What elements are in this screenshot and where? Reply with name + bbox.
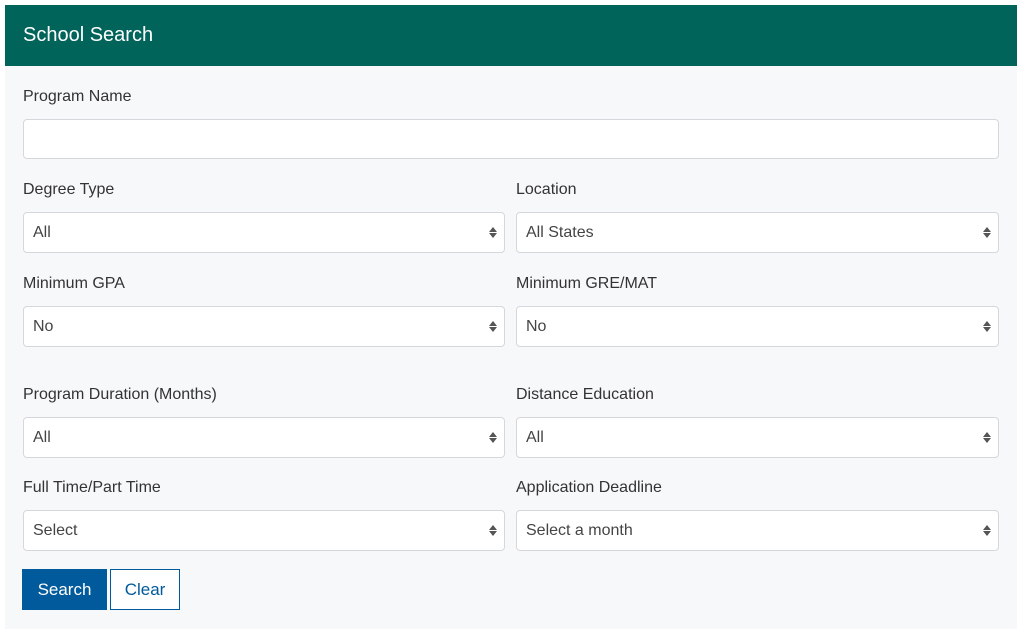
degree-type-value: All	[33, 223, 51, 241]
up-down-arrows-icon	[488, 525, 498, 536]
degree-type-label: Degree Type	[23, 181, 115, 198]
location-select[interactable]: All States	[516, 212, 999, 253]
distance-education-value: All	[526, 428, 544, 446]
full-part-time-select[interactable]: Select	[23, 510, 505, 551]
minimum-gre-mat-value: No	[526, 317, 547, 335]
up-down-arrows-icon	[488, 321, 498, 332]
panel-header: School Search	[5, 5, 1017, 66]
minimum-gre-mat-label: Minimum GRE/MAT	[516, 275, 658, 292]
minimum-gpa-label: Minimum GPA	[23, 275, 125, 292]
clear-button[interactable]: Clear	[110, 569, 180, 610]
up-down-arrows-icon	[488, 432, 498, 443]
application-deadline-value: Select a month	[526, 521, 633, 539]
program-name-label: Program Name	[23, 88, 132, 105]
up-down-arrows-icon	[488, 227, 498, 238]
minimum-gpa-select[interactable]: No	[23, 306, 505, 347]
distance-education-select[interactable]: All	[516, 417, 999, 458]
up-down-arrows-icon	[982, 227, 992, 238]
school-search-panel: School Search Program Name Degree Type A…	[5, 5, 1017, 629]
up-down-arrows-icon	[982, 432, 992, 443]
application-deadline-select[interactable]: Select a month	[516, 510, 999, 551]
distance-education-label: Distance Education	[516, 386, 654, 403]
up-down-arrows-icon	[982, 525, 992, 536]
degree-type-select[interactable]: All	[23, 212, 505, 253]
up-down-arrows-icon	[982, 321, 992, 332]
program-duration-select[interactable]: All	[23, 417, 505, 458]
program-name-input[interactable]	[23, 119, 999, 159]
program-duration-label: Program Duration (Months)	[23, 386, 217, 403]
panel-title: School Search	[23, 24, 154, 46]
full-part-time-label: Full Time/Part Time	[23, 479, 161, 496]
full-part-time-value: Select	[33, 521, 78, 539]
location-label: Location	[516, 181, 577, 198]
minimum-gpa-value: No	[33, 317, 54, 335]
minimum-gre-mat-select[interactable]: No	[516, 306, 999, 347]
search-button[interactable]: Search	[22, 569, 107, 610]
program-duration-value: All	[33, 428, 51, 446]
application-deadline-label: Application Deadline	[516, 479, 662, 496]
location-value: All States	[526, 223, 594, 241]
